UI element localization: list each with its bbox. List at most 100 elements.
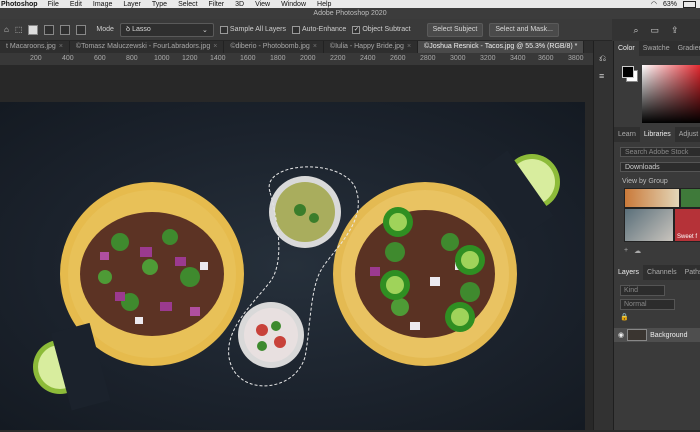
options-right-area: ⌕ ▭ ⇪	[612, 19, 700, 41]
tab-learn[interactable]: Learn	[614, 127, 640, 142]
add-icon[interactable]: +	[624, 247, 628, 255]
status-icons: ◠ 63%	[651, 0, 696, 8]
object-selection-tool-icon[interactable]: ⬚	[15, 25, 23, 34]
tab-tacos[interactable]: ©Joshua Resnick - Tacos.jpg @ 55.3% (RGB…	[418, 41, 585, 53]
tab-channels[interactable]: Channels	[643, 265, 681, 280]
tab-paths[interactable]: Paths	[681, 265, 700, 280]
view-by-label[interactable]: View by Group	[622, 178, 668, 185]
search-icon[interactable]: ⌕	[633, 25, 638, 36]
ruler-tick: 2400	[360, 55, 376, 62]
share-icon[interactable]: ⇪	[671, 25, 679, 36]
auto-enhance-checkbox[interactable]: Auto-Enhance	[291, 25, 346, 34]
lasso-icon: ꝺ	[125, 26, 131, 33]
library-thumb[interactable]	[624, 188, 680, 208]
battery-percent: 63%	[662, 0, 677, 8]
ruler-tick: 1200	[182, 55, 198, 62]
tab-swatches[interactable]: Swatche	[639, 41, 674, 56]
options-bar: ⌂ ⬚ Mode ꝺ Lasso ⌄ Sample All Layers Aut…	[0, 19, 612, 41]
ruler-tick: 1800	[270, 55, 286, 62]
ruler-tick: 1000	[154, 55, 170, 62]
menu-layer[interactable]: Layer	[123, 1, 141, 8]
library-thumb[interactable]	[680, 188, 700, 208]
wifi-icon[interactable]: ◠	[651, 0, 657, 8]
close-icon[interactable]: ×	[59, 41, 63, 53]
blend-mode-dropdown[interactable]: Normal	[620, 299, 675, 310]
ruler-tick: 600	[94, 55, 106, 62]
ruler-tick: 400	[62, 55, 74, 62]
intersect-selection-icon[interactable]	[76, 24, 87, 35]
cloud-icon[interactable]: ☁	[634, 247, 641, 255]
menu-bar: Photoshop File Edit Image Layer Type Sel…	[0, 0, 700, 8]
menu-type[interactable]: Type	[152, 1, 167, 8]
library-thumb[interactable]	[624, 208, 674, 242]
left-taco-filling	[80, 212, 224, 336]
menu-view[interactable]: View	[255, 1, 270, 8]
tab-gradients[interactable]: Gradien	[674, 41, 700, 56]
mode-label: Mode	[96, 26, 114, 33]
window-title: Adobe Photoshop 2020	[0, 8, 700, 19]
close-icon[interactable]: ×	[407, 41, 411, 53]
layer-thumbnail	[627, 329, 648, 341]
object-subtract-checkbox[interactable]: ✓ Object Subtract	[352, 25, 411, 34]
ruler-tick: 2600	[390, 55, 406, 62]
ruler-tick: 3600	[538, 55, 554, 62]
ruler-tick: 1600	[240, 55, 256, 62]
foreground-color-swatch[interactable]	[622, 66, 634, 78]
add-selection-icon[interactable]	[44, 24, 55, 35]
menu-edit[interactable]: Edit	[70, 1, 82, 8]
menu-3d[interactable]: 3D	[235, 1, 244, 8]
thumb-caption: Sweet f	[677, 234, 698, 240]
sample-all-layers-checkbox[interactable]: Sample All Layers	[219, 25, 286, 34]
mode-dropdown[interactable]: ꝺ Lasso ⌄	[119, 22, 214, 37]
layer-background[interactable]: ◉ Background	[614, 328, 700, 342]
tab-adjustments[interactable]: Adjust	[675, 127, 700, 142]
menu-window[interactable]: Window	[281, 1, 306, 8]
menu-filter[interactable]: Filter	[209, 1, 225, 8]
stock-search-input[interactable]: Search Adobe Stock	[620, 147, 700, 157]
ruler-tick: 2800	[420, 55, 436, 62]
library-thumb[interactable]: Sweet f	[674, 208, 700, 242]
layer-filter-kind[interactable]: Kind	[620, 285, 665, 296]
layers-panel-tabs: Layers Channels Paths	[614, 265, 700, 280]
select-subject-button[interactable]: Select Subject	[426, 22, 484, 37]
tab-color[interactable]: Color	[614, 41, 639, 56]
right-panels: Color Swatche Gradien Learn Libraries Ad…	[613, 41, 700, 430]
tab-layers[interactable]: Layers	[614, 265, 644, 280]
document-canvas[interactable]	[0, 102, 585, 430]
tab-four-labradors[interactable]: ©Tomasz Maluczewski - FourLabradors.jpg ×	[70, 41, 225, 53]
properties-icon[interactable]: ≡	[599, 71, 604, 81]
close-icon[interactable]: ×	[213, 41, 217, 53]
menu-select[interactable]: Select	[178, 1, 197, 8]
tacos-image	[33, 150, 560, 411]
menu-image[interactable]: Image	[93, 1, 112, 8]
canvas-area[interactable]	[0, 65, 600, 430]
lock-icon[interactable]: 🔒	[620, 314, 629, 321]
tab-happy-bride[interactable]: ©Iulia - Happy Bride.jpg ×	[324, 41, 419, 53]
mode-value: Lasso	[132, 26, 151, 33]
color-panel-tabs: Color Swatche Gradien	[614, 41, 700, 56]
select-and-mask-button[interactable]: Select and Mask...	[489, 22, 559, 37]
history-icon[interactable]: ⎌	[599, 53, 606, 64]
app-menu[interactable]: Photoshop	[1, 1, 38, 8]
library-actions: + ☁	[624, 247, 641, 255]
ruler-tick: 2200	[330, 55, 346, 62]
document-tabs: t Macaroons.jpg × ©Tomasz Maluczewski - F…	[0, 41, 600, 53]
menu-help[interactable]: Help	[317, 1, 331, 8]
library-dropdown[interactable]: Downloads	[620, 162, 700, 172]
tab-photobomb[interactable]: ©diberio - Photobomb.jpg ×	[224, 41, 324, 53]
close-icon[interactable]: ×	[313, 41, 317, 53]
ruler-tick: 3000	[450, 55, 466, 62]
subtract-selection-icon[interactable]	[60, 24, 71, 35]
tab-libraries[interactable]: Libraries	[639, 127, 675, 142]
battery-icon[interactable]	[683, 0, 696, 8]
ruler-tick: 3200	[480, 55, 496, 62]
ruler-tick: 800	[126, 55, 138, 62]
workspace-icon[interactable]: ▭	[650, 25, 659, 36]
menu-file[interactable]: File	[48, 1, 59, 8]
new-selection-icon[interactable]	[28, 24, 39, 35]
chevron-down-icon: ⌄	[202, 26, 208, 34]
color-picker-field[interactable]	[642, 65, 700, 123]
tab-macaroons[interactable]: t Macaroons.jpg ×	[0, 41, 70, 53]
eye-icon[interactable]: ◉	[618, 331, 624, 339]
home-icon[interactable]: ⌂	[4, 25, 9, 34]
